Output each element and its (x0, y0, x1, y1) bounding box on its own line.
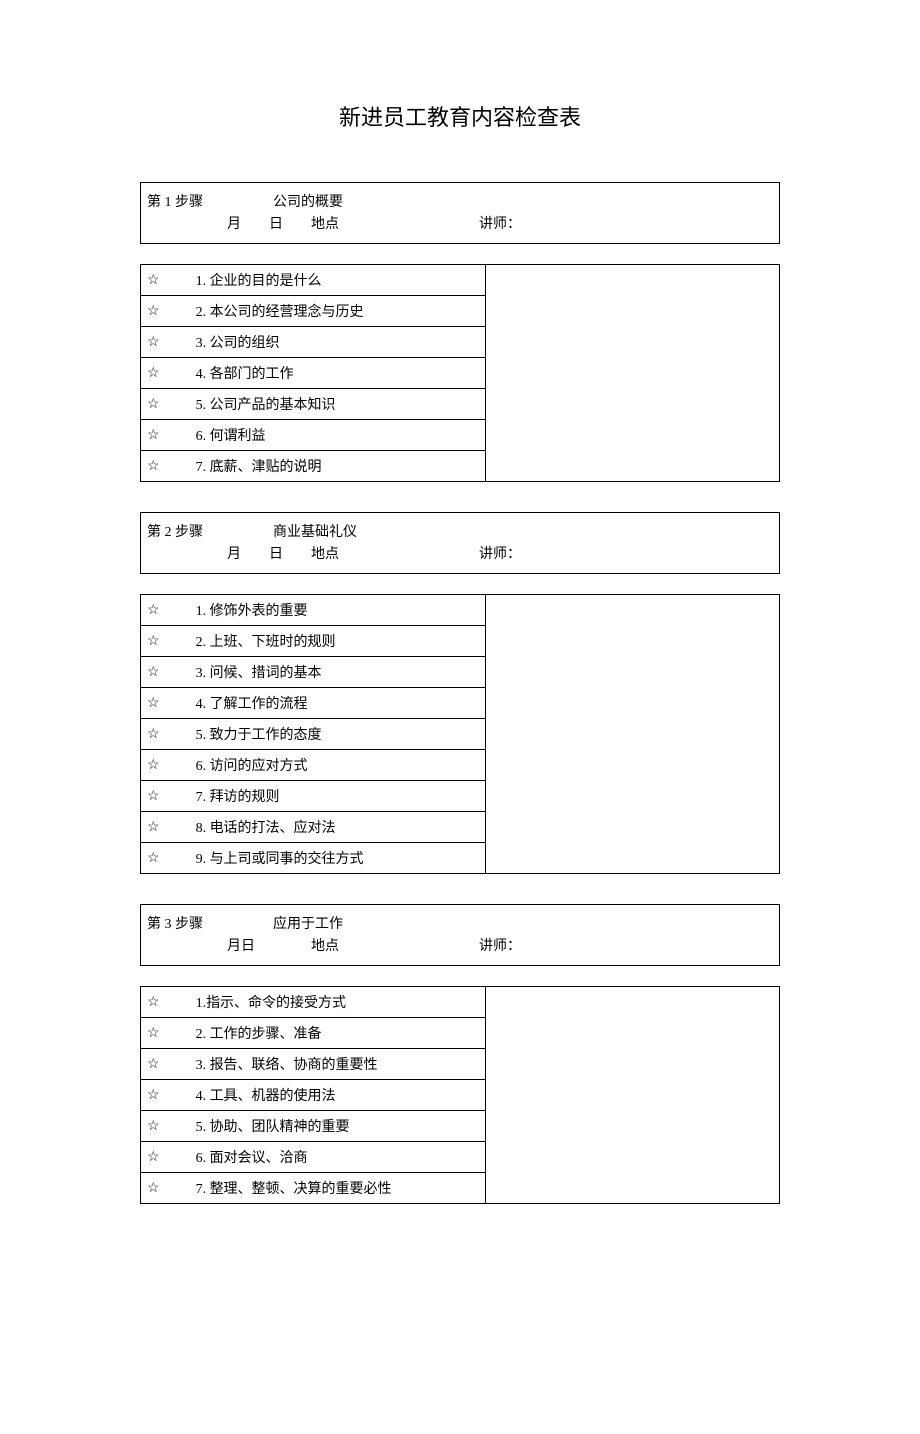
item-text: 8. 电话的打法、应对法 (166, 812, 486, 843)
item-text: 4. 工具、机器的使用法 (166, 1080, 486, 1111)
blank-cell (486, 595, 780, 874)
star-icon: ☆ (141, 1018, 166, 1049)
star-icon: ☆ (141, 1049, 166, 1080)
step-1-topic: 公司的概要 (273, 191, 343, 211)
item-text: 3. 报告、联络、协商的重要性 (166, 1049, 486, 1080)
step-3-topic: 应用于工作 (273, 913, 343, 933)
item-text: 5. 致力于工作的态度 (166, 719, 486, 750)
month-label: 月 (227, 217, 241, 232)
item-text: 5. 公司产品的基本知识 (166, 389, 486, 420)
item-text: 7. 拜访的规则 (166, 781, 486, 812)
item-text: 1. 企业的目的是什么 (166, 265, 486, 296)
blank-cell (486, 987, 780, 1204)
table-row: ☆1. 企业的目的是什么 (141, 265, 780, 296)
page-title: 新进员工教育内容检查表 (140, 100, 780, 132)
item-text: 7. 底薪、津贴的说明 (166, 451, 486, 482)
item-text: 2. 本公司的经营理念与历史 (166, 296, 486, 327)
item-text: 3. 公司的组织 (166, 327, 486, 358)
location-label: 地点 (311, 217, 339, 232)
star-icon: ☆ (141, 265, 166, 296)
blank-cell (486, 265, 780, 482)
item-text: 7. 整理、整顿、决算的重要必性 (166, 1173, 486, 1204)
step-2-lecturer: 讲师： (479, 543, 521, 563)
step-2-items-table: ☆1. 修饰外表的重要☆2. 上班、下班时的规则☆3. 问候、措词的基本☆4. … (140, 594, 780, 874)
item-text: 2. 上班、下班时的规则 (166, 626, 486, 657)
star-icon: ☆ (141, 626, 166, 657)
star-icon: ☆ (141, 389, 166, 420)
step-1-label: 第 1 步骤 (147, 191, 203, 211)
table-row: ☆1.指示、命令的接受方式 (141, 987, 780, 1018)
step-3-date-location: 月日 地点 (227, 935, 339, 955)
star-icon: ☆ (141, 420, 166, 451)
item-text: 1. 修饰外表的重要 (166, 595, 486, 626)
star-icon: ☆ (141, 451, 166, 482)
item-text: 9. 与上司或同事的交往方式 (166, 843, 486, 874)
item-text: 5. 协助、团队精神的重要 (166, 1111, 486, 1142)
star-icon: ☆ (141, 358, 166, 389)
step-2-label: 第 2 步骤 (147, 521, 203, 541)
step-2-header-box: 第 2 步骤 商业基础礼仪 月 日 地点 讲师： (140, 512, 780, 574)
step-1-date-location: 月 日 地点 (227, 213, 339, 233)
star-icon: ☆ (141, 1142, 166, 1173)
item-text: 3. 问候、措词的基本 (166, 657, 486, 688)
star-icon: ☆ (141, 296, 166, 327)
step-3-label: 第 3 步骤 (147, 913, 203, 933)
item-text: 6. 访问的应对方式 (166, 750, 486, 781)
star-icon: ☆ (141, 1173, 166, 1204)
item-text: 4. 了解工作的流程 (166, 688, 486, 719)
star-icon: ☆ (141, 688, 166, 719)
star-icon: ☆ (141, 719, 166, 750)
day-label: 日 (269, 217, 283, 232)
step-2-topic: 商业基础礼仪 (273, 521, 357, 541)
star-icon: ☆ (141, 812, 166, 843)
month-day-label: 月日 (227, 939, 255, 954)
table-row: ☆1. 修饰外表的重要 (141, 595, 780, 626)
step-1-items-table: ☆1. 企业的目的是什么☆2. 本公司的经营理念与历史☆3. 公司的组织☆4. … (140, 264, 780, 482)
step-3-items-table: ☆1.指示、命令的接受方式☆2. 工作的步骤、准备☆3. 报告、联络、协商的重要… (140, 986, 780, 1204)
star-icon: ☆ (141, 781, 166, 812)
step-3-header-box: 第 3 步骤 应用于工作 月日 地点 讲师： (140, 904, 780, 966)
star-icon: ☆ (141, 1111, 166, 1142)
item-text: 4. 各部门的工作 (166, 358, 486, 389)
star-icon: ☆ (141, 657, 166, 688)
star-icon: ☆ (141, 843, 166, 874)
star-icon: ☆ (141, 1080, 166, 1111)
item-text: 2. 工作的步骤、准备 (166, 1018, 486, 1049)
item-text: 1.指示、命令的接受方式 (166, 987, 486, 1018)
step-3-lecturer: 讲师： (479, 935, 521, 955)
item-text: 6. 面对会议、洽商 (166, 1142, 486, 1173)
step-1-header-box: 第 1 步骤 公司的概要 月 日 地点 讲师： (140, 182, 780, 244)
star-icon: ☆ (141, 595, 166, 626)
star-icon: ☆ (141, 987, 166, 1018)
location-label: 地点 (311, 547, 339, 562)
location-label: 地点 (311, 939, 339, 954)
step-2-date-location: 月 日 地点 (227, 543, 339, 563)
star-icon: ☆ (141, 327, 166, 358)
item-text: 6. 何谓利益 (166, 420, 486, 451)
day-label: 日 (269, 547, 283, 562)
month-label: 月 (227, 547, 241, 562)
star-icon: ☆ (141, 750, 166, 781)
step-1-lecturer: 讲师： (479, 213, 521, 233)
